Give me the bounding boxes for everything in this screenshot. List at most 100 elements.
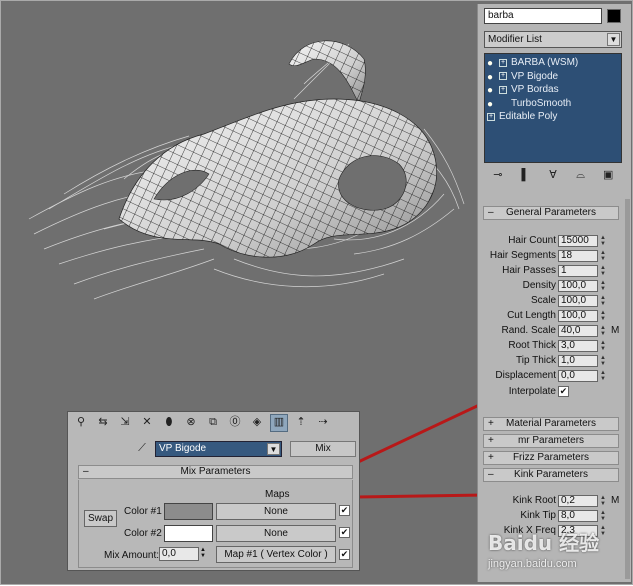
expand-icon: + <box>488 435 494 446</box>
param-input[interactable]: 100,0 <box>558 280 598 292</box>
lightbulb-icon[interactable]: ● <box>487 58 496 69</box>
param-input[interactable]: 100,0 <box>558 295 598 307</box>
go-to-parent-icon[interactable]: ⇡ <box>292 414 310 432</box>
param-input[interactable]: 18 <box>558 250 598 262</box>
copy-material-icon[interactable]: ⬮ <box>160 414 178 432</box>
param-cut-length: Cut Length 100,0 ▲ ▼ <box>483 310 623 323</box>
spinner-icon[interactable]: ▲ ▼ <box>599 250 607 262</box>
show-end-result-icon[interactable]: ▥ <box>270 414 288 432</box>
spinner-icon[interactable]: ▲ ▼ <box>599 510 607 522</box>
get-material-icon[interactable]: ⚲ <box>72 414 90 432</box>
map-button[interactable]: M <box>611 495 619 506</box>
spinner-icon[interactable]: ▲ ▼ <box>599 310 607 322</box>
expand-icon: + <box>488 418 494 429</box>
make-unique-icon[interactable]: ∀ <box>545 168 561 182</box>
mix-map-checkbox[interactable]: ✔ <box>339 549 350 560</box>
watermark-brand: Baidu 经验 <box>488 531 600 555</box>
param-interpolate: Interpolate ✔ <box>483 386 623 399</box>
show-end-result-icon[interactable]: ▌ <box>517 168 533 182</box>
color1-swatch[interactable] <box>164 503 213 520</box>
mix-map-button[interactable]: Map #1 ( Vertex Color ) <box>216 546 336 563</box>
spinner-icon[interactable]: ▲ ▼ <box>599 235 607 247</box>
spinner-icon[interactable]: ▲ ▼ <box>599 525 607 537</box>
make-unique-icon[interactable]: ⊗ <box>182 414 200 432</box>
general-parameters-rollout[interactable]: – General Parameters <box>483 206 619 220</box>
map-name-dropdown[interactable]: VP Bigode ▼ <box>155 441 282 457</box>
spinner-icon[interactable]: ▲ ▼ <box>599 295 607 307</box>
param-density: Density 100,0 ▲ ▼ <box>483 280 623 293</box>
object-color-swatch[interactable] <box>607 9 621 23</box>
expand-plus-icon[interactable]: + <box>487 112 495 121</box>
assign-material-icon[interactable]: ⇲ <box>116 414 134 432</box>
param-input[interactable]: 15000 <box>558 235 598 247</box>
delete-icon[interactable]: ✕ <box>138 414 156 432</box>
spinner-icon[interactable]: ▲ ▼ <box>599 340 607 352</box>
map-type-button[interactable]: Mix <box>290 441 356 457</box>
expand-plus-icon[interactable]: + <box>499 85 507 94</box>
spinner-icon[interactable]: ▲ ▼ <box>599 325 607 337</box>
param-hair-count: Hair Count 15000 ▲ ▼ <box>483 235 623 248</box>
param-input[interactable]: 40,0 <box>558 325 598 337</box>
chevron-down-icon[interactable]: ▼ <box>267 443 280 455</box>
map2-checkbox[interactable]: ✔ <box>339 527 350 538</box>
modifier-stack[interactable]: ● + BARBA (WSM) ● + VP Bigode ● + VP Bor… <box>484 53 622 163</box>
stack-item-barba[interactable]: ● + BARBA (WSM) <box>485 56 621 70</box>
kink-parameters-rollout[interactable]: – Kink Parameters <box>483 468 619 482</box>
param-root-thick: Root Thick 3,0 ▲ ▼ <box>483 340 623 353</box>
remove-modifier-icon[interactable]: ⌓ <box>573 168 589 182</box>
spinner-icon[interactable]: ▲ ▼ <box>599 370 607 382</box>
param-input[interactable]: 1 <box>558 265 598 277</box>
frizz-parameters-rollout[interactable]: + Frizz Parameters <box>483 451 619 465</box>
expand-plus-icon[interactable]: + <box>499 58 507 67</box>
lightbulb-icon[interactable]: ● <box>487 72 496 83</box>
panel-scrollbar[interactable] <box>625 199 630 579</box>
mix-parameters-rollout[interactable]: – Mix Parameters <box>78 465 353 479</box>
expand-plus-icon[interactable]: + <box>499 72 507 81</box>
map1-button[interactable]: None <box>216 503 336 520</box>
interpolate-checkbox[interactable]: ✔ <box>558 386 569 397</box>
material-parameters-rollout[interactable]: + Material Parameters <box>483 417 619 431</box>
object-name-field[interactable]: barba <box>484 8 602 24</box>
put-to-scene-icon[interactable]: ⇆ <box>94 414 112 432</box>
go-forward-sibling-icon[interactable]: ⇢ <box>314 414 332 432</box>
spinner-icon[interactable]: ▲ ▼ <box>599 495 607 507</box>
modifier-list-dropdown[interactable]: Modifier List ▼ <box>484 31 622 48</box>
mix-amount-label: Mix Amount: <box>104 550 160 561</box>
mr-parameters-rollout[interactable]: + mr Parameters <box>483 434 619 448</box>
mix-amount-input[interactable]: 0,0 <box>159 547 199 561</box>
map-button[interactable]: M <box>611 325 619 336</box>
param-input[interactable]: 0,0 <box>558 370 598 382</box>
swap-button[interactable]: Swap <box>84 510 117 527</box>
pin-stack-icon[interactable]: ⊸ <box>490 168 506 182</box>
spinner-icon[interactable]: ▲ ▼ <box>200 547 206 559</box>
param-input[interactable]: 0,2 <box>558 495 598 507</box>
spinner-icon[interactable]: ▲ ▼ <box>599 355 607 367</box>
param-hair-segments: Hair Segments 18 ▲ ▼ <box>483 250 623 263</box>
map1-checkbox[interactable]: ✔ <box>339 505 350 516</box>
param-input[interactable]: 100,0 <box>558 310 598 322</box>
param-hair-passes: Hair Passes 1 ▲ ▼ <box>483 265 623 278</box>
stack-item-editable-poly[interactable]: + Editable Poly <box>485 110 621 124</box>
param-label: Displacement <box>495 370 556 381</box>
color2-swatch[interactable] <box>164 525 213 542</box>
lightbulb-icon[interactable]: ● <box>487 85 496 96</box>
param-label: Hair Passes <box>502 265 556 276</box>
material-id-icon[interactable]: ⓪ <box>226 414 244 432</box>
chevron-down-icon[interactable]: ▼ <box>607 33 620 46</box>
map2-button[interactable]: None <box>216 525 336 542</box>
stack-item-vp-bigode[interactable]: ● + VP Bigode <box>485 70 621 84</box>
spinner-icon[interactable]: ▲ ▼ <box>599 265 607 277</box>
rollout-title: General Parameters <box>505 207 597 218</box>
pick-material-icon[interactable]: ⟋ <box>134 441 150 455</box>
spinner-icon[interactable]: ▲ ▼ <box>599 280 607 292</box>
param-input[interactable]: 8,0 <box>558 510 598 522</box>
configure-sets-icon[interactable]: ▣ <box>600 168 616 182</box>
param-input[interactable]: 3,0 <box>558 340 598 352</box>
put-to-library-icon[interactable]: ⧉ <box>204 414 222 432</box>
stack-item-turbosmooth[interactable]: ● TurboSmooth <box>485 97 621 111</box>
show-map-icon[interactable]: ◈ <box>248 414 266 432</box>
param-input[interactable]: 1,0 <box>558 355 598 367</box>
stack-item-vp-bordas[interactable]: ● + VP Bordas <box>485 83 621 97</box>
maps-header: Maps <box>265 489 290 500</box>
lightbulb-icon[interactable]: ● <box>487 99 496 110</box>
